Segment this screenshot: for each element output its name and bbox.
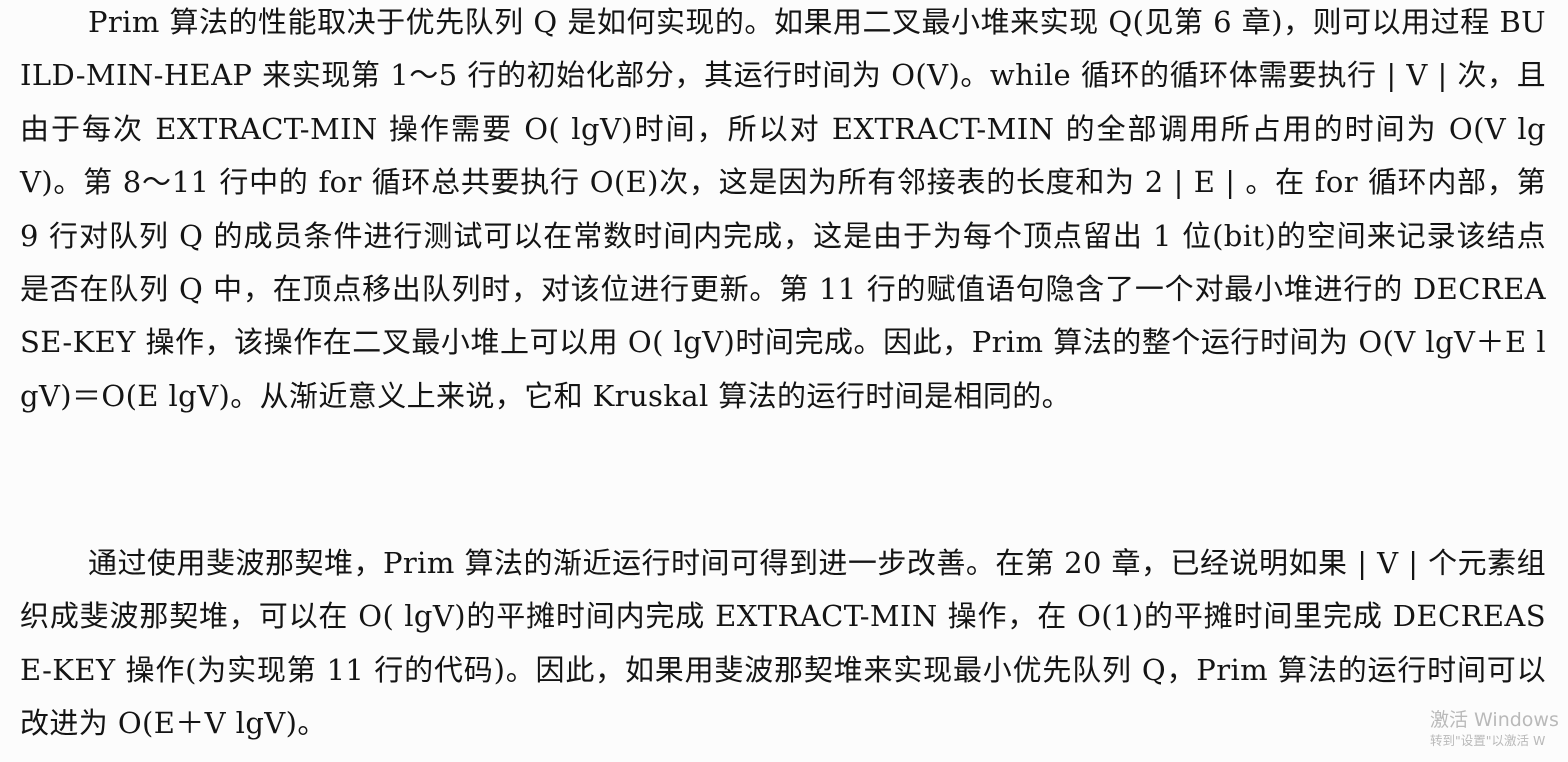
paragraph-prim-binary-heap: Prim 算法的性能取决于优先队列 Q 是如何实现的。如果用二叉最小堆来实现 Q… bbox=[20, 5, 1546, 413]
windows-activation-watermark: 激活 Windows 转到"设置"以激活 W bbox=[1430, 710, 1559, 748]
document-page: Prim 算法的性能取决于优先队列 Q 是如何实现的。如果用二叉最小堆来实现 Q… bbox=[0, 0, 1568, 762]
paragraph-prim-fibonacci-heap: 通过使用斐波那契堆，Prim 算法的渐近运行时间可得到进一步改善。在第 20 章… bbox=[20, 546, 1546, 741]
watermark-subtitle: 转到"设置"以激活 W bbox=[1430, 732, 1546, 748]
watermark-title: 激活 Windows bbox=[1430, 709, 1559, 731]
